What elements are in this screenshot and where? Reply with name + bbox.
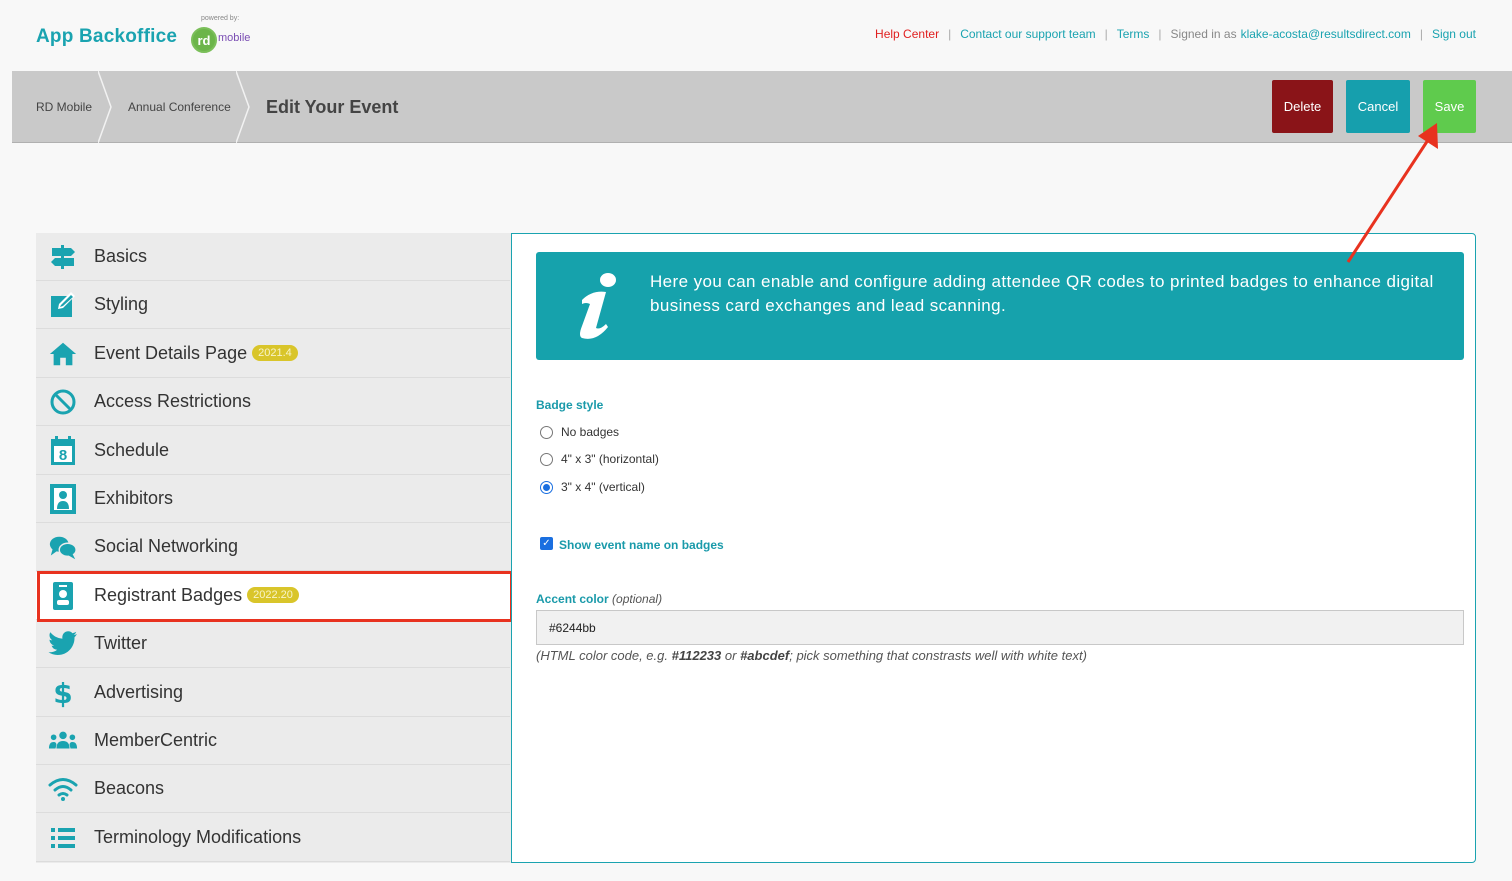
- info-text: Here you can enable and configure adding…: [650, 272, 1434, 315]
- ban-icon: [48, 388, 78, 416]
- rd-logo-icon: rd: [191, 27, 217, 53]
- sidebar-item-label: Schedule: [94, 440, 170, 460]
- sidebar-item-social-networking[interactable]: Social Networking: [36, 523, 510, 571]
- sidebar-item-twitter[interactable]: Twitter: [36, 620, 510, 668]
- sidebar-item-event-details-page[interactable]: Event Details Page 2021.4: [36, 330, 510, 378]
- contact-support-link[interactable]: Contact our support team: [960, 27, 1095, 41]
- sidebar-item-label: Styling: [94, 294, 149, 314]
- sidebar-item-styling[interactable]: Styling: [36, 281, 510, 329]
- sidebar-item-label: Twitter: [94, 633, 148, 653]
- settings-sidebar: Basics Styling Event Details Page 2021.4 …: [36, 233, 512, 863]
- sidebar-item-label: Advertising: [94, 682, 184, 702]
- sidebar-item-advertising[interactable]: $ Advertising: [36, 669, 510, 717]
- sidebar-item-text: Event Details Page: [94, 343, 248, 363]
- breadcrumb-item-rd-mobile[interactable]: RD Mobile: [36, 71, 92, 143]
- sidebar-item-label: Beacons: [94, 778, 165, 798]
- hint-text: ; pick something that constrasts well wi…: [789, 648, 1087, 663]
- radio-option-vertical[interactable]: 3" x 4" (vertical): [540, 480, 645, 494]
- sidebar-item-beacons[interactable]: Beacons: [36, 765, 510, 813]
- top-header: App Backoffice powered by: rd mobile Hel…: [0, 0, 1512, 70]
- calendar-day-number: 8: [59, 447, 67, 464]
- radio-no-badges[interactable]: [540, 425, 553, 439]
- top-links: Help Center | Contact our support team |…: [875, 27, 1476, 41]
- hint-example: #abcdef: [740, 648, 790, 663]
- twitter-icon: [48, 630, 78, 658]
- link-separator: |: [1419, 27, 1423, 41]
- radio-horizontal[interactable]: [540, 452, 553, 466]
- sign-out-link[interactable]: Sign out: [1432, 27, 1476, 41]
- sidebar-item-exhibitors[interactable]: Exhibitors: [36, 475, 510, 523]
- cancel-button[interactable]: Cancel: [1346, 80, 1410, 133]
- users-icon: [48, 727, 78, 755]
- hint-example: #112233: [671, 648, 722, 663]
- sidebar-item-membercentric[interactable]: MemberCentric: [36, 717, 510, 765]
- sidebar-item-text: Registrant Badges: [94, 585, 243, 605]
- id-badge-icon: [48, 582, 78, 610]
- app-logo[interactable]: App Backoffice: [36, 26, 177, 48]
- link-separator: |: [1158, 27, 1162, 41]
- optional-label: (optional): [612, 592, 663, 606]
- user-email-link[interactable]: klake-acosta@resultsdirect.com: [1241, 27, 1411, 41]
- hint-text: (HTML color code, e.g.: [536, 648, 668, 663]
- breadcrumb-item-annual-conference[interactable]: Annual Conference: [128, 71, 231, 143]
- delete-button[interactable]: Delete: [1272, 80, 1333, 133]
- powered-by-label: powered by:: [201, 15, 240, 22]
- sidebar-item-label: Terminology Modifications: [94, 827, 302, 847]
- link-separator: |: [1104, 27, 1108, 41]
- info-banner: Here you can enable and configure adding…: [536, 252, 1464, 360]
- info-icon: [580, 273, 616, 339]
- radio-label: No badges: [561, 425, 620, 439]
- accent-color-input[interactable]: [536, 610, 1464, 645]
- sidebar-item-label: Event Details Page 2021.4: [94, 343, 298, 364]
- radio-label: 3" x 4" (vertical): [561, 480, 645, 494]
- radio-option-horizontal[interactable]: 4" x 3" (horizontal): [540, 452, 659, 466]
- version-badge: 2022.20: [247, 587, 299, 604]
- radio-option-no-badges[interactable]: No badges: [540, 425, 619, 439]
- sidebar-item-label: Access Restrictions: [94, 391, 252, 411]
- home-icon: [48, 340, 78, 368]
- wifi-icon: [48, 775, 78, 803]
- sidebar-item-label: MemberCentric: [94, 730, 218, 750]
- sidebar-item-schedule[interactable]: 8 Schedule: [36, 427, 510, 475]
- sidebar-item-label: Social Networking: [94, 536, 239, 556]
- sidebar-item-label: Basics: [94, 246, 148, 266]
- sidebar-item-terminology-modifications[interactable]: Terminology Modifications: [36, 814, 510, 862]
- chat-icon: [48, 533, 78, 561]
- page-title: Edit Your Event: [266, 96, 399, 117]
- signpost-icon: [48, 243, 78, 271]
- mobile-label: mobile: [218, 32, 251, 44]
- sidebar-item-basics[interactable]: Basics: [36, 233, 510, 281]
- sidebar-item-label: Registrant Badges 2022.20: [94, 585, 299, 606]
- badge-settings-panel: Here you can enable and configure adding…: [511, 233, 1476, 863]
- svg-text:$: $: [53, 678, 72, 708]
- show-event-name-checkbox[interactable]: ✓: [540, 537, 553, 550]
- accent-color-label: Accent color (optional): [536, 592, 662, 606]
- signed-in-label: Signed in as: [1170, 27, 1237, 41]
- radio-vertical[interactable]: [540, 480, 553, 494]
- show-event-name-label[interactable]: Show event name on badges: [559, 538, 724, 552]
- breadcrumb-chevron-icon: [98, 71, 112, 143]
- link-separator: |: [948, 27, 952, 41]
- help-center-link[interactable]: Help Center: [875, 27, 939, 41]
- hint-text: or: [724, 648, 737, 663]
- dollar-icon: $: [48, 678, 78, 708]
- save-button[interactable]: Save: [1423, 80, 1476, 133]
- powered-by-logo: powered by: rd mobile: [191, 14, 261, 54]
- sidebar-item-access-restrictions[interactable]: Access Restrictions: [36, 378, 510, 426]
- breadcrumb-chevron-icon: [236, 71, 250, 143]
- version-badge: 2021.4: [252, 345, 298, 362]
- radio-label: 4" x 3" (horizontal): [561, 452, 659, 466]
- terms-link[interactable]: Terms: [1117, 27, 1150, 41]
- badge-style-label: Badge style: [536, 398, 604, 412]
- accent-color-hint: (HTML color code, e.g. #112233 or #abcde…: [536, 648, 1087, 663]
- sidebar-item-registrant-badges[interactable]: Registrant Badges 2022.20: [36, 572, 510, 620]
- calendar-icon: 8: [48, 436, 78, 465]
- portrait-icon: [48, 484, 78, 514]
- breadcrumb: RD Mobile Annual Conference Edit Your Ev…: [12, 71, 1512, 143]
- sidebar-item-label: Exhibitors: [94, 488, 174, 508]
- list-icon: [48, 824, 78, 852]
- accent-color-label-text: Accent color: [536, 592, 609, 606]
- edit-icon: [48, 291, 78, 319]
